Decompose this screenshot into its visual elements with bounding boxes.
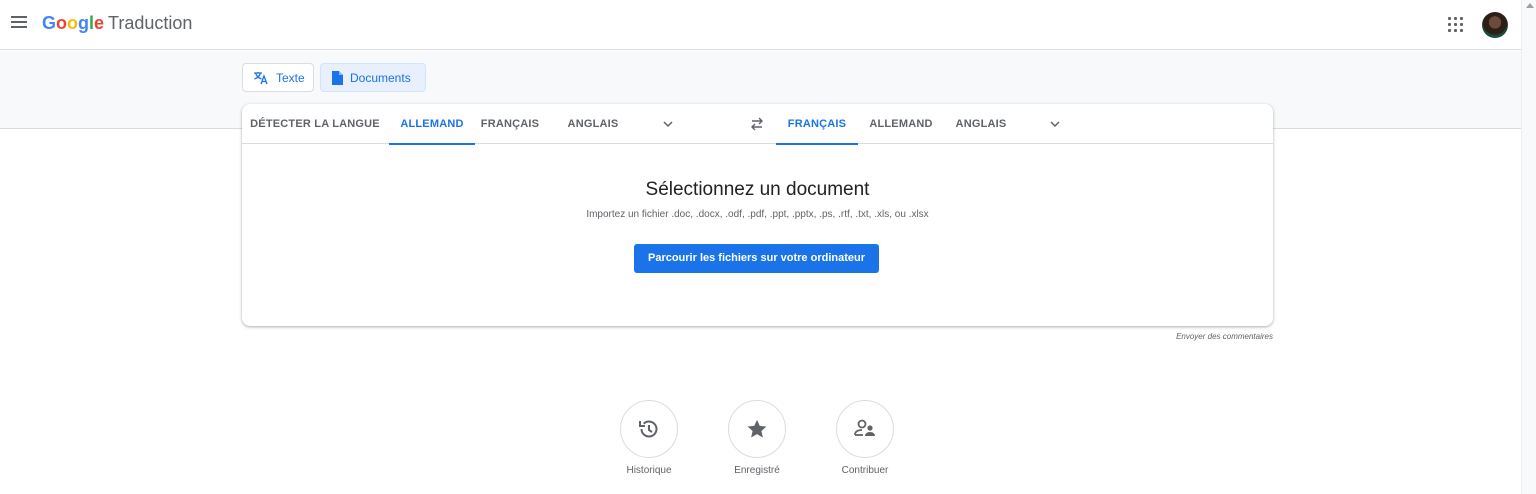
translation-card: DÉTECTER LA LANGUE ALLEMAND FRANÇAIS ANG…: [242, 104, 1273, 326]
target-lang-tab[interactable]: ANGLAIS: [944, 104, 1018, 144]
target-lang-tab[interactable]: ALLEMAND: [858, 104, 944, 144]
google-translate-logo[interactable]: Google Traduction: [42, 13, 192, 34]
swap-languages-icon[interactable]: [749, 116, 765, 132]
logo-letter: o: [56, 13, 68, 33]
history-label: Historique: [626, 465, 672, 476]
source-lang-dropdown-chevron-down-icon[interactable]: [663, 119, 673, 129]
target-lang-dropdown-chevron-down-icon[interactable]: [1050, 119, 1060, 129]
source-lang-tab[interactable]: ANGLAIS: [545, 104, 641, 144]
logo-letter: e: [94, 13, 105, 33]
logo-letter: g: [78, 13, 90, 33]
product-name: Traduction: [108, 13, 193, 33]
language-bar: DÉTECTER LA LANGUE ALLEMAND FRANÇAIS ANG…: [242, 104, 1273, 145]
google-apps-icon[interactable]: [1447, 15, 1465, 33]
scroll-up-arrow-icon[interactable]: [1526, 3, 1534, 8]
account-avatar[interactable]: [1482, 12, 1508, 38]
contribute-button[interactable]: [836, 400, 894, 458]
source-lang-tab[interactable]: FRANÇAIS: [475, 104, 545, 144]
text-mode-button[interactable]: Texte: [242, 63, 314, 92]
contribute-icon: [854, 419, 875, 436]
document-icon: [331, 70, 343, 85]
target-lang-tab[interactable]: FRANÇAIS: [776, 104, 858, 145]
logo-letter: G: [42, 13, 57, 33]
top-bar: Google Traduction: [0, 0, 1536, 50]
contribute-label: Contribuer: [841, 465, 889, 476]
page-scrollbar[interactable]: [1521, 0, 1536, 494]
contribute-action: Contribuer: [820, 400, 910, 476]
saved-button[interactable]: [728, 400, 786, 458]
history-icon: [639, 420, 658, 438]
star-icon: [747, 419, 767, 438]
translate-icon: [253, 71, 269, 85]
browse-files-button[interactable]: Parcourir les fichiers sur votre ordinat…: [634, 244, 879, 273]
main-menu-icon[interactable]: [11, 16, 29, 30]
select-document-title: Sélectionnez un document: [645, 179, 870, 200]
history-button[interactable]: [620, 400, 678, 458]
send-feedback-link[interactable]: Envoyer des commentaires: [1100, 332, 1273, 341]
saved-action: Enregistré: [712, 400, 802, 476]
detect-language-tab[interactable]: DÉTECTER LA LANGUE: [242, 104, 388, 144]
documents-mode-label: Documents: [350, 70, 411, 85]
history-action: Historique: [604, 400, 694, 476]
supported-formats-text: Importez un fichier .doc, .docx, .odf, .…: [586, 209, 929, 220]
documents-mode-button[interactable]: Documents: [320, 63, 426, 92]
text-mode-label: Texte: [276, 70, 305, 85]
source-lang-tab[interactable]: ALLEMAND: [389, 104, 475, 145]
saved-label: Enregistré: [734, 465, 780, 476]
logo-letter: o: [67, 13, 79, 33]
